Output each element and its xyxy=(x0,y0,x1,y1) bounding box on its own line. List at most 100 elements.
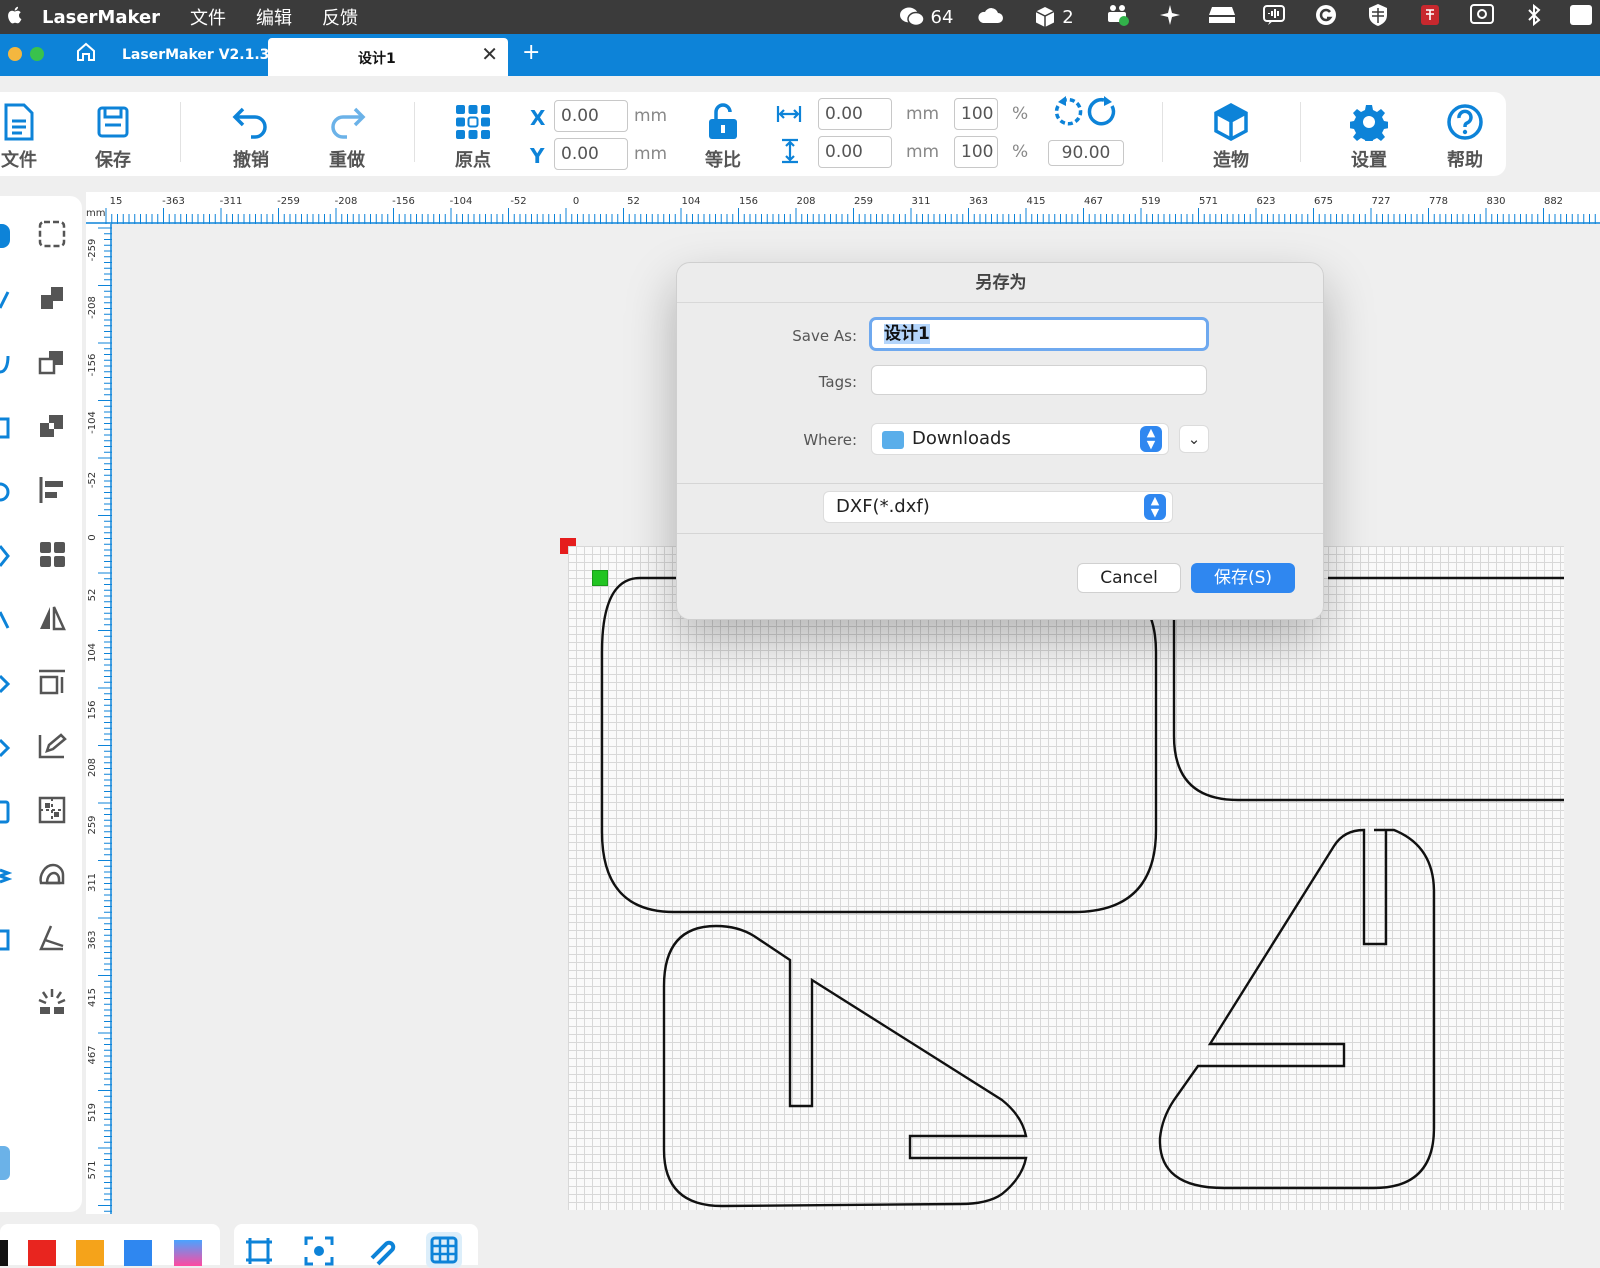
close-tab-icon[interactable]: ✕ xyxy=(481,42,498,66)
expand-dialog-button[interactable]: ⌄ xyxy=(1179,425,1209,453)
settings-button[interactable]: 设置 xyxy=(1334,100,1404,172)
add-tab-button[interactable]: + xyxy=(522,40,540,65)
design-shapes[interactable] xyxy=(568,546,1564,1210)
panel-collapse-handle[interactable] xyxy=(0,1146,10,1180)
color-swatch-red[interactable] xyxy=(28,1240,56,1266)
selection-anchor[interactable] xyxy=(592,570,608,586)
window-zoom-button[interactable] xyxy=(30,47,44,61)
center-tool[interactable] xyxy=(32,790,72,830)
color-swatch-black[interactable] xyxy=(0,1240,8,1266)
zoom-selection-button[interactable] xyxy=(304,1236,334,1266)
line-tool-stub[interactable] xyxy=(0,288,12,312)
ruler-tick-label: 104 xyxy=(681,196,700,207)
color-swatch-orange[interactable] xyxy=(76,1240,104,1266)
array-tool[interactable] xyxy=(32,534,72,574)
bezier-tool[interactable] xyxy=(32,918,72,958)
tags-input[interactable] xyxy=(871,365,1207,395)
status-wechat[interactable]: 64 xyxy=(888,6,964,28)
y-coord-input[interactable]: 0.00 xyxy=(554,138,628,170)
toggle-grid-button[interactable] xyxy=(426,1232,462,1268)
subtract-icon xyxy=(38,351,63,375)
width-percent-input[interactable]: 100 xyxy=(954,98,998,130)
pan-tool-button[interactable] xyxy=(366,1236,396,1266)
polygon-tool-stub[interactable] xyxy=(0,544,12,568)
tab-design-1[interactable]: 设计1 ✕ xyxy=(268,38,508,76)
laser-effect-tool[interactable] xyxy=(32,982,72,1022)
undo-button[interactable]: 撤销 xyxy=(216,100,286,172)
doc-tool-stub[interactable] xyxy=(0,928,12,952)
shield-icon[interactable] xyxy=(1352,3,1404,32)
select-tool-stub[interactable] xyxy=(0,224,10,248)
origin-button[interactable]: 原点 xyxy=(438,100,508,172)
star-tool-stub[interactable] xyxy=(0,608,12,632)
tab-app-version[interactable]: LaserMaker V2.1.3 xyxy=(122,34,269,76)
mirror-tool[interactable] xyxy=(32,598,72,638)
help-button[interactable]: 帮助 xyxy=(1430,100,1500,172)
tab-bar: LaserMaker V2.1.3 设计1 ✕ + xyxy=(0,34,1600,76)
file-button[interactable]: 文件 xyxy=(0,100,54,172)
cancel-button[interactable]: Cancel xyxy=(1077,563,1181,593)
redo-label: 重做 xyxy=(329,150,365,171)
image-tool-stub[interactable] xyxy=(0,800,12,824)
text-tool-stub[interactable] xyxy=(0,672,12,696)
build-button[interactable]: 造物 xyxy=(1196,100,1266,172)
menu-feedback[interactable]: 反馈 xyxy=(322,4,358,30)
teams-icon[interactable] xyxy=(1092,3,1144,32)
rotate-cw-icon[interactable] xyxy=(1086,96,1118,136)
boolean-intersect-tool[interactable] xyxy=(32,406,72,446)
origin-grid-icon xyxy=(456,105,490,139)
edit-nodes-tool[interactable] xyxy=(32,726,72,766)
save-confirm-button[interactable]: 保存(S) xyxy=(1191,563,1295,593)
pinwheel-icon[interactable] xyxy=(1144,3,1196,32)
union-icon xyxy=(41,287,63,309)
status-box[interactable]: 2 xyxy=(1016,6,1092,28)
color-swatch-blue[interactable] xyxy=(124,1240,152,1266)
apple-icon[interactable] xyxy=(0,5,30,30)
rotate-ccw-icon[interactable] xyxy=(1052,96,1084,136)
distribute-tool[interactable] xyxy=(32,662,72,702)
menu-edit[interactable]: 编辑 xyxy=(256,4,292,30)
stamp-icon[interactable] xyxy=(1404,3,1456,32)
input-method-icon[interactable] xyxy=(1560,3,1600,32)
align-tool[interactable] xyxy=(32,470,72,510)
shape-tool-stub[interactable] xyxy=(0,736,12,760)
redo-button[interactable]: 重做 xyxy=(312,100,382,172)
file-format-select[interactable]: DXF(*.dxf) ▲ ▼ xyxy=(823,491,1173,523)
voice-memo-icon[interactable] xyxy=(1248,3,1300,32)
window-minimize-button[interactable] xyxy=(8,47,22,61)
bluetooth-icon[interactable] xyxy=(1508,3,1560,32)
menu-file[interactable]: 文件 xyxy=(190,4,226,30)
width-input[interactable]: 0.00 xyxy=(818,98,892,130)
x-coord-input[interactable]: 0.00 xyxy=(554,100,628,132)
screen-capture-icon[interactable] xyxy=(1456,3,1508,32)
shape-triangle-bracket-right[interactable] xyxy=(1158,828,1436,1190)
save-as-filename-input[interactable]: 设计1 xyxy=(869,317,1209,351)
boolean-subtract-tool[interactable] xyxy=(32,342,72,382)
design-canvas[interactable] xyxy=(568,546,1564,1210)
shape-triangle-bracket-left[interactable] xyxy=(662,924,1028,1208)
fit-page-button[interactable] xyxy=(244,1236,274,1266)
save-button[interactable]: 保存 xyxy=(78,100,148,172)
keyboard-stack-icon[interactable] xyxy=(1196,5,1248,30)
layer-tool-stub[interactable] xyxy=(0,864,13,888)
proportional-lock-button[interactable]: 等比 xyxy=(688,100,758,172)
rect-tool-stub[interactable] xyxy=(0,416,12,440)
curve-tool-stub[interactable] xyxy=(0,352,12,376)
where-location-select[interactable]: Downloads ▲ ▼ xyxy=(871,423,1169,455)
grammarly-icon[interactable] xyxy=(1300,3,1352,32)
home-icon[interactable] xyxy=(76,42,96,67)
ruler-tick-label: 519 xyxy=(87,1103,98,1122)
mirror-icon xyxy=(40,606,66,631)
lasso-select-tool[interactable] xyxy=(32,214,72,254)
rotation-input[interactable]: 90.00 xyxy=(1048,140,1124,166)
center-icon xyxy=(38,796,66,824)
cloud-icon[interactable] xyxy=(964,5,1016,30)
boolean-union-tool[interactable] xyxy=(32,278,72,318)
ellipse-tool-stub[interactable] xyxy=(0,480,12,504)
color-swatch-gradient[interactable] xyxy=(174,1240,202,1266)
height-input[interactable]: 0.00 xyxy=(818,136,892,168)
height-percent-input[interactable]: 100 xyxy=(954,136,998,168)
menu-app-name[interactable]: LaserMaker xyxy=(42,7,160,28)
shape-rounded-rect[interactable] xyxy=(600,576,1158,914)
offset-tool[interactable] xyxy=(32,854,72,894)
